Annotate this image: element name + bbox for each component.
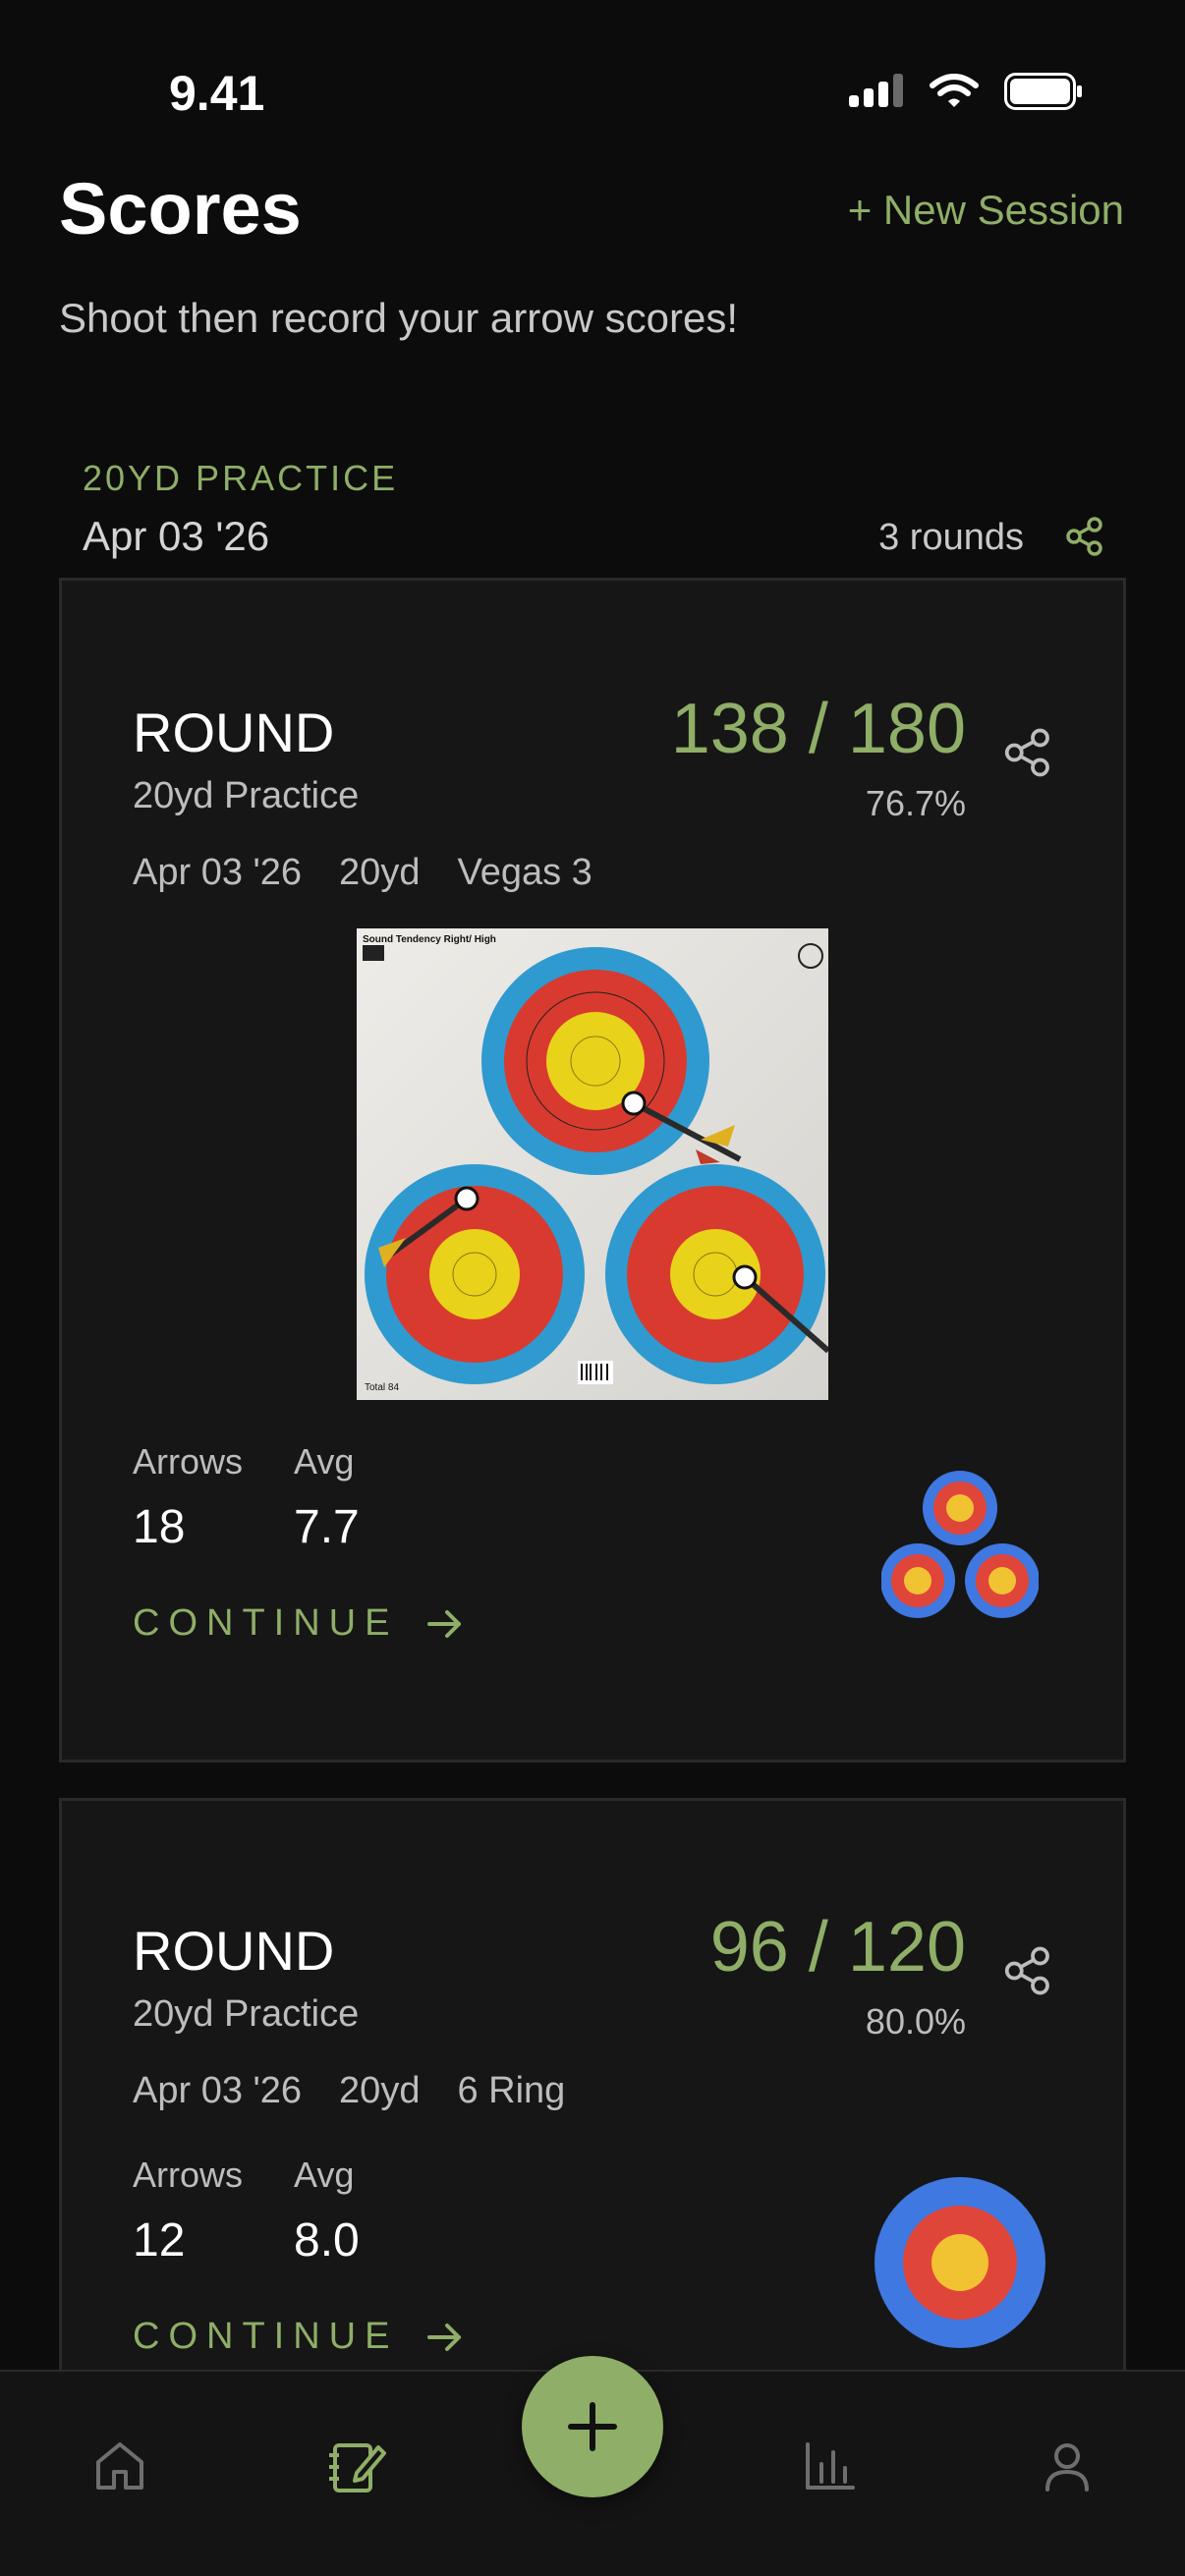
target-photo[interactable]: Sound Tendency Right/ High Total 84 [357, 928, 828, 1400]
round-percent: 76.7% [865, 783, 966, 823]
profile-icon [1045, 2443, 1089, 2492]
photo-total-text: Total 84 [365, 1382, 399, 1393]
wifi-icon [930, 74, 979, 107]
add-button[interactable] [522, 2356, 663, 2497]
session-rounds-count: 3 rounds [878, 517, 1024, 558]
share-icon [1066, 517, 1102, 556]
target-photo-image: Sound Tendency Right/ High Total 84 [357, 928, 828, 1400]
arrow-right-icon [427, 1609, 462, 1638]
signal-icon [849, 74, 903, 107]
session-label: 20YD PRACTICE [83, 458, 399, 498]
vegas-3-target-icon [881, 1471, 1039, 1618]
round-percent: 80.0% [865, 2001, 966, 2042]
round-card[interactable]: ROUND 20yd Practice Apr 03 '26 20yd Vega… [59, 578, 1126, 1763]
round-score: 96 / 120 [709, 1908, 966, 1987]
continue-label: CONTINUE [133, 1602, 399, 1644]
arrow-right-icon [427, 2323, 462, 2351]
round-face: 6 Ring [457, 2070, 566, 2111]
nav-home[interactable] [81, 2427, 159, 2505]
round-share-button[interactable] [1003, 1946, 1052, 2000]
session-share-button[interactable] [1065, 517, 1104, 561]
scores-icon [329, 2443, 386, 2492]
status-icons [849, 73, 1083, 110]
share-icon [1004, 1946, 1049, 1995]
page-title: Scores [59, 168, 302, 250]
avg-label: Avg [294, 1441, 355, 1482]
share-icon [1004, 728, 1049, 777]
battery-icon [1004, 73, 1082, 110]
round-share-button[interactable] [1003, 728, 1052, 782]
round-date: Apr 03 '26 [133, 852, 303, 893]
round-date: Apr 03 '26 [133, 2070, 303, 2111]
stats-icon [806, 2442, 855, 2490]
continue-button[interactable]: CONTINUE [133, 2316, 463, 2358]
avg-value: 7.7 [294, 1501, 360, 1553]
nav-profile[interactable] [1028, 2427, 1106, 2505]
session-date: Apr 03 '26 [83, 513, 270, 559]
new-session-button[interactable]: + New Session [848, 187, 1124, 234]
round-meta: Apr 03 '26 20yd 6 Ring [133, 2070, 565, 2112]
continue-label: CONTINUE [133, 2316, 399, 2357]
arrows-label: Arrows [133, 2155, 244, 2195]
round-distance: 20yd [339, 852, 421, 893]
round-subtitle: 20yd Practice [133, 1993, 360, 2035]
photo-header-text: Sound Tendency Right/ High [363, 934, 496, 945]
status-bar: 9.41 [0, 0, 1185, 147]
avg-value: 8.0 [294, 2214, 360, 2267]
nav-scores[interactable] [316, 2427, 395, 2505]
bottom-nav [0, 2356, 1185, 2576]
page-subtitle: Shoot then record your arrow scores! [59, 295, 738, 341]
avg-label: Avg [294, 2155, 355, 2195]
arrows-value: 12 [133, 2214, 186, 2267]
round-meta: Apr 03 '26 20yd Vegas 3 [133, 852, 592, 894]
six-ring-target-icon [875, 2177, 1045, 2348]
plus-icon [568, 2402, 617, 2451]
round-score: 138 / 180 [670, 690, 966, 768]
home-icon [96, 2442, 143, 2490]
round-title: ROUND [133, 1920, 335, 1982]
nav-stats[interactable] [790, 2427, 869, 2505]
continue-button[interactable]: CONTINUE [133, 1602, 463, 1645]
round-title: ROUND [133, 701, 335, 763]
status-time: 9.41 [169, 66, 265, 121]
round-distance: 20yd [339, 2070, 421, 2111]
round-face: Vegas 3 [457, 852, 592, 893]
arrows-value: 18 [133, 1501, 186, 1553]
round-subtitle: 20yd Practice [133, 775, 360, 816]
arrows-label: Arrows [133, 1441, 244, 1482]
